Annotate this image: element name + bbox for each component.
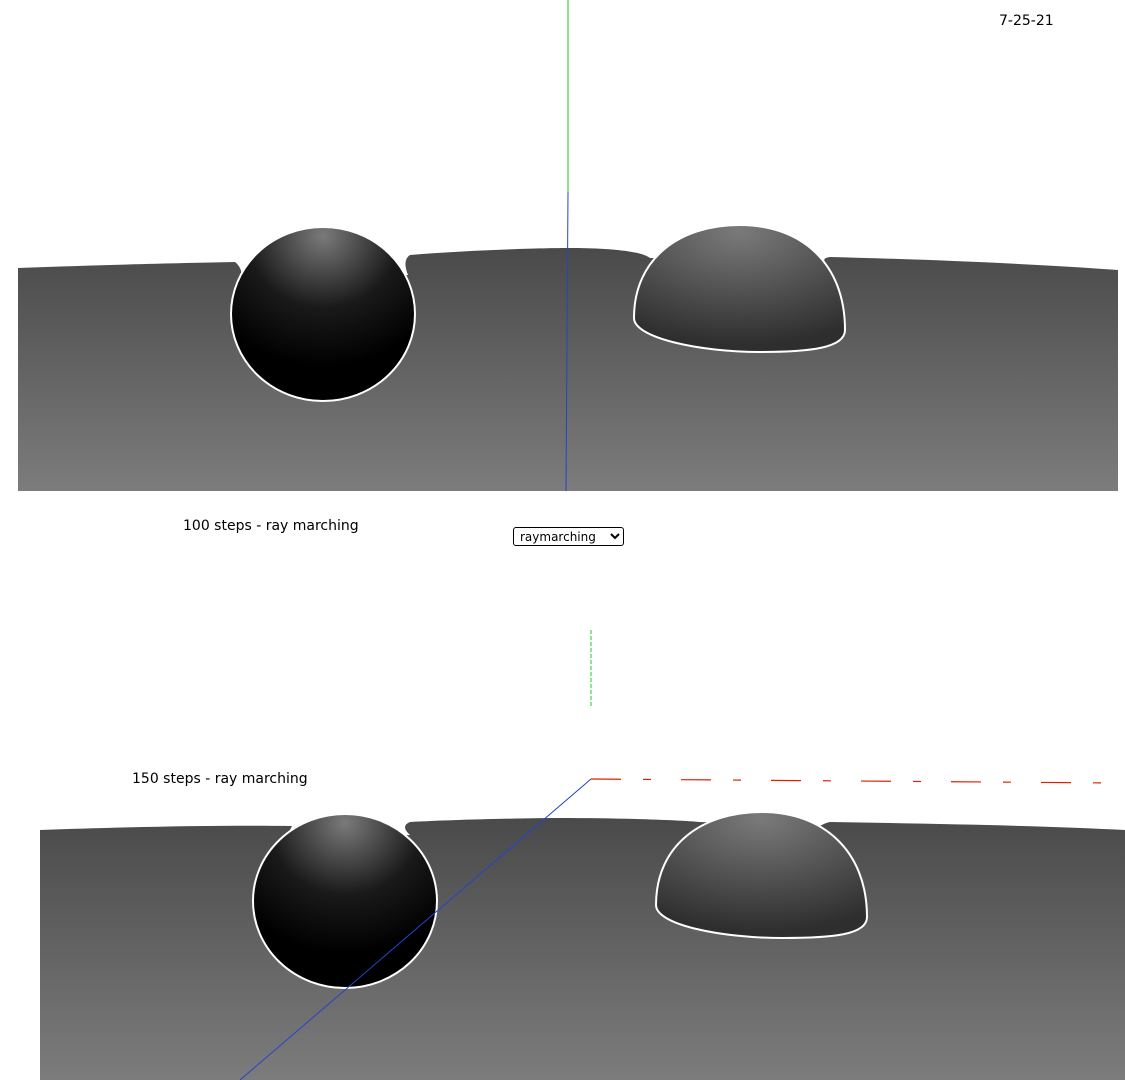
floor-plane: [40, 818, 1125, 1080]
black-sphere: [230, 226, 416, 402]
bottom-view-caption: 150 steps - ray marching: [132, 771, 308, 787]
render-viewport-bottom[interactable]: [0, 620, 1125, 1080]
x-axis-line: [590, 778, 1119, 784]
render-mode-select[interactable]: raymarching: [513, 527, 624, 546]
black-sphere: [252, 813, 438, 989]
floor-plane: [18, 248, 1118, 491]
hemisphere: [632, 223, 847, 354]
top-view-caption: 100 steps - ray marching: [183, 518, 359, 534]
render-viewport-top[interactable]: [0, 0, 1125, 500]
